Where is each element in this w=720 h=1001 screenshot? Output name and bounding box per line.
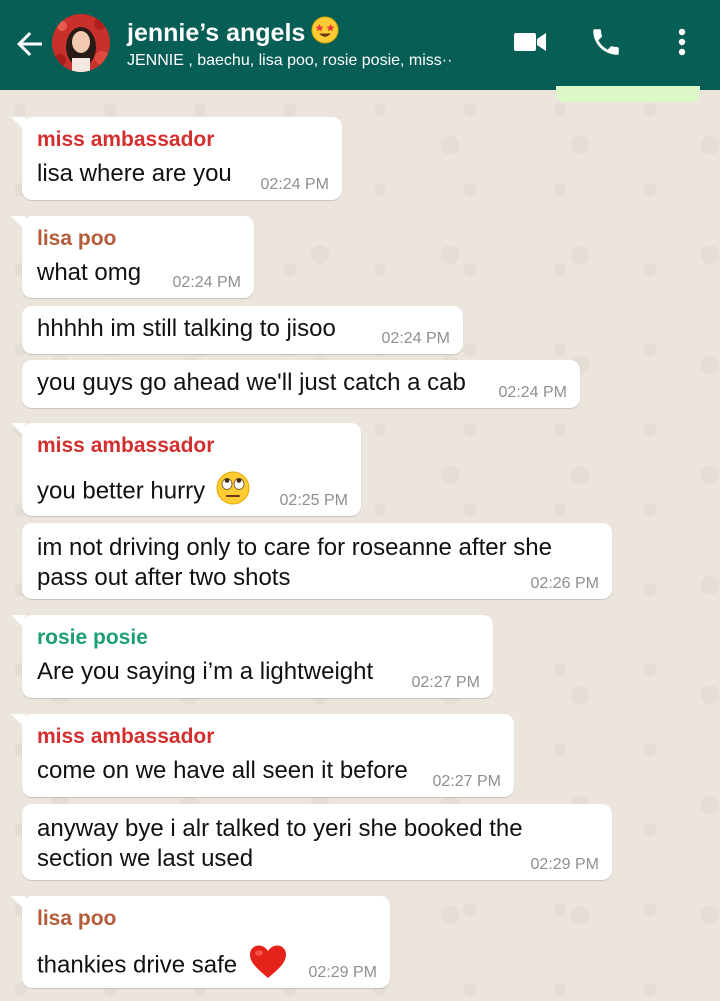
chat-header: jennie’s angels JENNIE , baechu, lisa po…: [0, 0, 720, 90]
chat-title[interactable]: jennie’s angels: [127, 16, 339, 51]
message-text: come on we have all seen it before: [37, 757, 408, 784]
message-timestamp: 02:29 PM: [530, 856, 599, 873]
star-struck-emoji-icon: [311, 16, 339, 51]
message-bubble[interactable]: you guys go ahead we'll just catch a cab…: [22, 360, 580, 408]
message-text: you guys go ahead we'll just catch a cab: [37, 369, 466, 396]
message-timestamp: 02:24 PM: [260, 176, 329, 193]
message-bubble[interactable]: miss ambassador lisa where are you 02:24…: [11, 117, 342, 200]
message-bubble[interactable]: im not driving only to care for roseanne…: [22, 523, 612, 599]
chat-title-text: jennie’s angels: [127, 19, 306, 47]
message-timestamp: 02:27 PM: [411, 674, 480, 691]
message-bubble[interactable]: lisa poo thankies drive safe 02:29 PM: [11, 896, 390, 988]
message-bubble[interactable]: rosie posie Are you saying i’m a lightwe…: [11, 615, 493, 698]
message-sender: miss ambassador: [37, 128, 215, 151]
avatar[interactable]: [52, 14, 110, 72]
chat-participants: JENNIE , baechu, lisa poo, rosie posie, …: [127, 52, 453, 69]
message-bubble[interactable]: lisa poo what omg 02:24 PM: [11, 216, 254, 298]
message-timestamp: 02:24 PM: [381, 330, 450, 347]
eye-roll-emoji-icon: [216, 471, 250, 513]
message-sender: lisa poo: [37, 227, 117, 250]
message-timestamp: 02:24 PM: [172, 274, 241, 291]
back-arrow-icon[interactable]: [12, 26, 48, 62]
message-text: thankies drive safe: [37, 951, 238, 979]
message-sender: miss ambassador: [37, 434, 215, 457]
message-sender: lisa poo: [37, 907, 117, 930]
video-call-icon[interactable]: [510, 22, 550, 62]
red-heart-emoji-icon: [248, 944, 288, 988]
phone-call-icon[interactable]: [586, 22, 626, 62]
message-text: you better hurry: [37, 477, 206, 505]
message-bubble[interactable]: hhhhh im still talking to jisoo 02:24 PM: [22, 306, 463, 354]
more-options-icon[interactable]: [662, 22, 702, 62]
message-bubble[interactable]: anyway bye i alr talked to yeri she book…: [22, 804, 612, 880]
message-timestamp: 02:26 PM: [530, 575, 599, 592]
message-sender: rosie posie: [37, 626, 148, 649]
previous-outgoing-message: [556, 86, 700, 102]
message-timestamp: 02:24 PM: [498, 384, 567, 401]
message-text: im not driving only to care for roseanne…: [37, 534, 552, 591]
message-sender: miss ambassador: [37, 725, 215, 748]
message-text: anyway bye i alr talked to yeri she book…: [37, 815, 523, 872]
message-bubble[interactable]: miss ambassador come on we have all seen…: [11, 714, 514, 797]
message-timestamp: 02:29 PM: [308, 964, 377, 981]
message-timestamp: 02:27 PM: [432, 773, 501, 790]
message-bubble[interactable]: miss ambassador you better hurry 02:25 P…: [11, 423, 361, 516]
message-timestamp: 02:25 PM: [279, 492, 348, 509]
